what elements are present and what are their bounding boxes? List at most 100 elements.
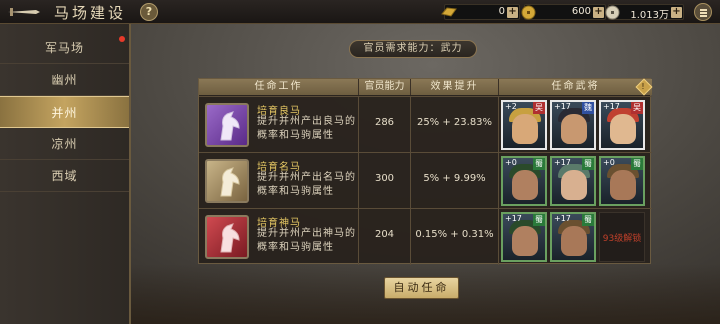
effect-value: 0.15% + 0.31% [415, 229, 494, 240]
face [561, 170, 587, 200]
top-bar: 马场建设 ? 0 + 600 + 1.013万 + [0, 0, 720, 24]
back-button[interactable] [6, 4, 42, 20]
general-portrait[interactable]: +0 蜀 [599, 156, 645, 206]
add-gold-bar-button[interactable]: + [507, 7, 518, 18]
generals-cell: +17 蜀 +17 蜀 93级解锁 [499, 209, 652, 265]
faction-badge: 蜀 [533, 158, 545, 170]
ability-value: 300 [374, 173, 395, 184]
requirement-label: 官员需求能力：武力 [349, 40, 477, 58]
general-portrait[interactable]: +17 蜀 [550, 212, 596, 262]
sidebar-item-xiyu[interactable]: 西域 [0, 160, 129, 192]
silver-coin-value: 1.013万 [630, 10, 669, 21]
header-generals: 任命武将 ! [499, 78, 653, 96]
faction-badge: 蜀 [582, 158, 594, 170]
general-level: +17 [505, 214, 522, 223]
general-portrait[interactable]: +17 魏 [550, 100, 596, 150]
sidebar-item-liangzhou[interactable]: 凉州 [0, 128, 129, 160]
sidebar-item-label: 西域 [51, 169, 78, 183]
table-row: 培育神马 提升并州产出神马的概率和马驹属性 204 0.15% + 0.31% … [199, 208, 652, 265]
task-description: 提升并州产出良马的概率和马驹属性 [257, 116, 356, 141]
faction-badge: 吴 [631, 102, 643, 114]
face [512, 114, 538, 144]
good-horse-emblem [205, 103, 249, 147]
sidebar-item-bingzhou[interactable]: 并州 [0, 96, 129, 128]
add-copper-coin-button[interactable]: + [593, 7, 604, 18]
help-button[interactable]: ? [140, 3, 158, 21]
ability-cell: 300 [359, 153, 411, 209]
general-level: +0 [505, 158, 517, 167]
resource-copper-coin: 600 + [521, 4, 606, 20]
effect-value: 25% + 23.83% [416, 117, 493, 128]
appointment-table: 任命工作 官员能力 效果提升 任命武将 ! 培育良马 提升并州产出良马的概率和马… [198, 78, 653, 265]
faction-badge: 蜀 [631, 158, 643, 170]
header-ability: 官员能力 [359, 79, 411, 95]
resource-silver-coin: 1.013万 + [605, 4, 684, 21]
general-level: +17 [554, 214, 571, 223]
add-silver-coin-button[interactable]: + [671, 7, 682, 18]
locked-general-slot[interactable]: 93级解锁 [599, 212, 645, 262]
copper-coin-icon [521, 5, 536, 20]
resource-gold-bar: 0 + [441, 4, 520, 20]
face [610, 114, 636, 144]
task-cell: 培育神马 提升并州产出神马的概率和马驹属性 [199, 209, 359, 265]
task-cell: 培育良马 提升并州产出良马的概率和马驹属性 [199, 97, 359, 153]
menu-button[interactable] [694, 3, 712, 21]
general-level: +17 [603, 102, 620, 111]
copper-coin-value: 600 [571, 6, 591, 17]
info-icon[interactable]: ! [635, 78, 653, 96]
general-portrait[interactable]: +17 吴 [599, 100, 645, 150]
ability-value: 204 [374, 229, 395, 240]
general-portrait[interactable]: +17 蜀 [550, 156, 596, 206]
effect-cell: 5% + 9.99% [411, 153, 499, 209]
face [561, 226, 587, 256]
general-portrait[interactable]: +2 吴 [501, 100, 547, 150]
notification-dot [119, 36, 125, 42]
sword-back-icon [8, 8, 40, 16]
faction-badge: 魏 [582, 102, 594, 114]
task-description: 提升并州产出名马的概率和马驹属性 [257, 172, 356, 197]
horse-head-icon [220, 223, 240, 253]
generals-cell: +0 蜀 +17 蜀 +0 蜀 [499, 153, 652, 209]
faction-badge: 吴 [533, 102, 545, 114]
effect-value: 5% + 9.99% [423, 173, 486, 184]
ability-cell: 286 [359, 97, 411, 153]
faction-badge: 蜀 [582, 214, 594, 226]
sidebar: 军马场 幽州 并州 凉州 西域 [0, 24, 131, 324]
face [561, 114, 587, 144]
generals-cell: +2 吴 +17 魏 +17 吴 [499, 97, 652, 153]
auto-appoint-button[interactable]: 自动任命 [384, 277, 459, 299]
famous-horse-emblem [205, 159, 249, 203]
task-description: 提升并州产出神马的概率和马驹属性 [257, 228, 356, 253]
table-row: 培育名马 提升并州产出名马的概率和马驹属性 300 5% + 9.99% +0 … [199, 152, 652, 209]
gold-bar-value: 0 [498, 6, 505, 17]
task-cell: 培育名马 提升并州产出名马的概率和马驹属性 [199, 153, 359, 209]
general-level: +17 [554, 102, 571, 111]
general-level: +17 [554, 158, 571, 167]
sidebar-item-army-horse-farm[interactable]: 军马场 [0, 32, 129, 64]
face [610, 170, 636, 200]
general-portrait[interactable]: +17 蜀 [501, 212, 547, 262]
header-task: 任命工作 [199, 79, 359, 95]
table-row: 培育良马 提升并州产出良马的概率和马驹属性 286 25% + 23.83% +… [199, 96, 652, 153]
horse-head-icon [220, 111, 240, 141]
general-level: +0 [603, 158, 615, 167]
header-effect: 效果提升 [411, 79, 499, 95]
ability-value: 286 [374, 117, 395, 128]
sidebar-item-label: 并州 [51, 106, 78, 120]
sidebar-item-label: 幽州 [51, 73, 78, 87]
sidebar-item-label: 军马场 [44, 41, 84, 55]
silver-coin-icon [605, 5, 620, 20]
general-portrait[interactable]: +0 蜀 [501, 156, 547, 206]
unlock-level-label: 93级解锁 [602, 234, 642, 244]
header-generals-label: 任命武将 [551, 81, 600, 92]
sidebar-item-youzhou[interactable]: 幽州 [0, 64, 129, 96]
horse-head-icon [220, 167, 240, 197]
face [512, 170, 538, 200]
divine-horse-emblem [205, 215, 249, 259]
effect-cell: 0.15% + 0.31% [411, 209, 499, 265]
face [512, 226, 538, 256]
general-level: +2 [505, 102, 517, 111]
page-title: 马场建设 [54, 4, 127, 22]
gold-bar-icon [441, 7, 457, 17]
sidebar-item-label: 凉州 [51, 137, 78, 151]
